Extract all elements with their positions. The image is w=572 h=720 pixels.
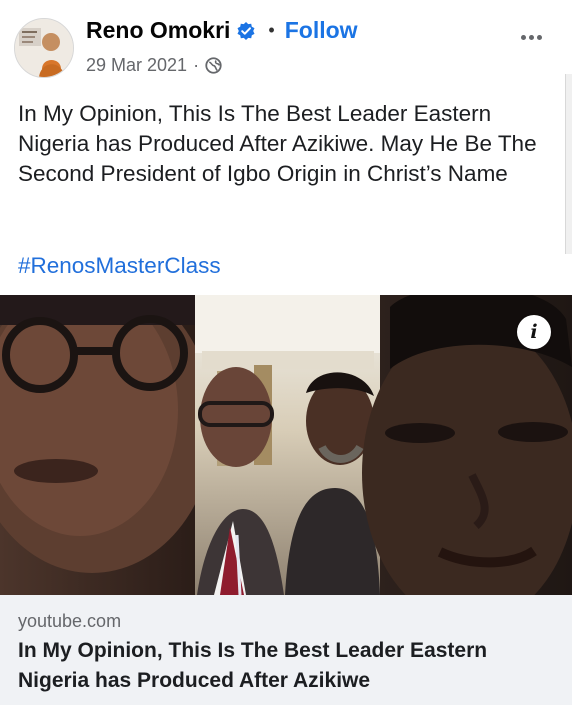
link-domain[interactable]: youtube.com — [18, 611, 121, 632]
bottom-divider — [0, 705, 572, 720]
follow-button[interactable]: Follow — [285, 17, 358, 44]
globe-icon — [205, 57, 222, 74]
post-date[interactable]: 29 Mar 2021 — [86, 55, 187, 76]
scroll-indicator[interactable] — [565, 74, 572, 254]
verified-badge-icon — [237, 21, 255, 40]
author-avatar[interactable] — [14, 18, 74, 78]
post-header: Reno Omokri • Follow 29 Mar 2021 · — [0, 0, 572, 90]
link-title[interactable]: In My Opinion, This Is The Best Leader E… — [18, 636, 548, 696]
separator-dot: • — [268, 20, 275, 40]
avatar-image — [15, 19, 73, 77]
post-text: In My Opinion, This Is The Best Leader E… — [18, 101, 537, 186]
video-thumbnail-image — [0, 295, 572, 595]
info-icon[interactable]: i — [517, 315, 551, 349]
video-thumbnail[interactable] — [0, 295, 572, 595]
more-options-icon[interactable] — [521, 27, 549, 40]
meta-separator: · — [193, 55, 200, 75]
author-name[interactable]: Reno Omokri — [86, 17, 230, 44]
hashtag-link[interactable]: #RenosMasterClass — [18, 253, 221, 279]
